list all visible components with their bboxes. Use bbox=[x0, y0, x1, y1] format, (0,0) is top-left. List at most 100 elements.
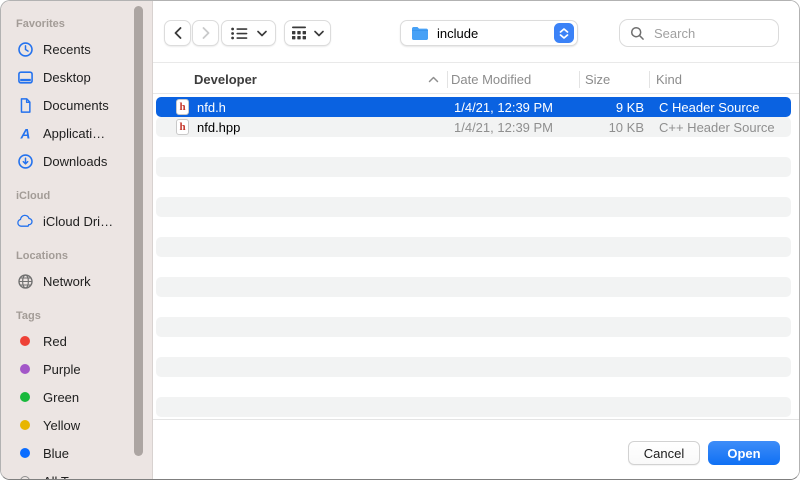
red-tag-dot-icon bbox=[16, 336, 34, 346]
chevron-down-icon bbox=[257, 30, 267, 37]
column-header-kind[interactable]: Kind bbox=[656, 64, 682, 94]
empty-row-stripe bbox=[156, 197, 791, 217]
sidebar-item-icloud-drive[interactable]: iCloud Dri… bbox=[1, 207, 152, 235]
sidebar-section-tags: Tags Red Purple Green Yellow Blue bbox=[1, 305, 152, 479]
section-label-locations: Locations bbox=[1, 245, 152, 267]
sidebar-section-locations: Locations Network bbox=[1, 245, 152, 295]
purple-tag-dot-icon bbox=[16, 364, 34, 374]
sort-ascending-icon bbox=[428, 76, 439, 83]
green-tag-dot-icon bbox=[16, 392, 34, 402]
sidebar-scrollbar[interactable] bbox=[134, 6, 143, 456]
back-button[interactable] bbox=[164, 20, 191, 46]
sidebar-item-tag-purple[interactable]: Purple bbox=[1, 355, 152, 383]
sidebar-item-tag-yellow[interactable]: Yellow bbox=[1, 411, 152, 439]
list-view-button[interactable] bbox=[221, 20, 276, 46]
sidebar-item-recents[interactable]: Recents bbox=[1, 35, 152, 63]
file-size: 10 KB bbox=[582, 117, 644, 137]
cancel-button[interactable]: Cancel bbox=[628, 441, 700, 465]
sidebar-item-tag-green[interactable]: Green bbox=[1, 383, 152, 411]
dialog-footer: Cancel Open bbox=[153, 419, 799, 479]
chevron-left-icon bbox=[174, 27, 182, 39]
column-divider bbox=[649, 71, 650, 88]
file-row-nfd-hpp[interactable]: h nfd.hpp 1/4/21, 12:39 PM 10 KB C++ Hea… bbox=[156, 117, 791, 137]
sidebar-item-label: Desktop bbox=[43, 70, 91, 85]
sidebar-item-label: Blue bbox=[43, 446, 69, 461]
chevron-down-icon bbox=[314, 30, 324, 37]
file-name-cell: h nfd.h bbox=[176, 97, 226, 117]
forward-button[interactable] bbox=[192, 20, 219, 46]
toolbar: include bbox=[153, 1, 799, 63]
file-date-modified: 1/4/21, 12:39 PM bbox=[454, 97, 553, 117]
svg-text:A: A bbox=[19, 125, 30, 141]
sidebar-item-label: Downloads bbox=[43, 154, 107, 169]
cloud-icon bbox=[16, 214, 34, 228]
search-icon bbox=[630, 26, 645, 41]
folder-dropdown-value: include bbox=[437, 26, 554, 41]
section-label-tags: Tags bbox=[1, 305, 152, 327]
list-view-icon bbox=[231, 27, 248, 40]
sidebar: Favorites Recents Desktop Documents bbox=[1, 1, 153, 479]
column-divider bbox=[447, 71, 448, 88]
empty-row-stripe bbox=[156, 357, 791, 377]
c-header-file-icon: h bbox=[176, 99, 189, 115]
sidebar-item-label: Red bbox=[43, 334, 67, 349]
file-name: nfd.h bbox=[197, 100, 226, 115]
sidebar-item-applications[interactable]: A Applicati… bbox=[1, 119, 152, 147]
column-header-date-modified[interactable]: Date Modified bbox=[451, 64, 531, 94]
sidebar-item-label: Yellow bbox=[43, 418, 80, 433]
section-label-favorites: Favorites bbox=[1, 13, 152, 35]
sidebar-item-label: Purple bbox=[43, 362, 81, 377]
dropdown-stepper-icon bbox=[554, 23, 574, 43]
empty-row-stripe bbox=[156, 237, 791, 257]
folder-icon bbox=[411, 26, 429, 40]
column-header-developer[interactable]: Developer bbox=[194, 64, 257, 94]
sidebar-item-label: Green bbox=[43, 390, 79, 405]
open-button[interactable]: Open bbox=[708, 441, 780, 465]
sidebar-item-network[interactable]: Network bbox=[1, 267, 152, 295]
circle-outline-icon bbox=[16, 476, 34, 479]
empty-row-stripe bbox=[156, 157, 791, 177]
sidebar-item-documents[interactable]: Documents bbox=[1, 91, 152, 119]
sidebar-item-desktop[interactable]: Desktop bbox=[1, 63, 152, 91]
empty-row-stripe bbox=[156, 317, 791, 337]
group-view-icon bbox=[291, 26, 307, 40]
sidebar-item-tag-red[interactable]: Red bbox=[1, 327, 152, 355]
search-field[interactable] bbox=[619, 19, 779, 47]
document-icon bbox=[16, 97, 34, 114]
clock-icon bbox=[16, 41, 34, 58]
sidebar-section-icloud: iCloud iCloud Dri… bbox=[1, 185, 152, 235]
open-file-dialog: Favorites Recents Desktop Documents bbox=[0, 0, 800, 480]
file-kind: C++ Header Source bbox=[659, 117, 775, 137]
sidebar-item-all-tags[interactable]: All Tags bbox=[1, 467, 152, 479]
empty-row-stripe bbox=[156, 397, 791, 417]
column-divider bbox=[579, 71, 580, 88]
cpp-header-file-icon: h bbox=[176, 119, 189, 135]
file-date-modified: 1/4/21, 12:39 PM bbox=[454, 117, 553, 137]
sidebar-item-tag-blue[interactable]: Blue bbox=[1, 439, 152, 467]
sidebar-item-downloads[interactable]: Downloads bbox=[1, 147, 152, 175]
file-size: 9 KB bbox=[582, 97, 644, 117]
empty-row-stripe bbox=[156, 277, 791, 297]
desktop-icon bbox=[16, 69, 34, 86]
applications-a-icon: A bbox=[16, 125, 34, 142]
download-circle-icon bbox=[16, 153, 34, 170]
chevron-right-icon bbox=[202, 27, 210, 39]
column-header-row: Developer Date Modified Size Kind bbox=[153, 64, 799, 94]
file-name-cell: h nfd.hpp bbox=[176, 117, 240, 137]
blue-tag-dot-icon bbox=[16, 448, 34, 458]
sidebar-item-label: iCloud Dri… bbox=[43, 214, 113, 229]
file-row-nfd-h[interactable]: h nfd.h 1/4/21, 12:39 PM 9 KB C Header S… bbox=[156, 97, 791, 117]
search-input[interactable] bbox=[652, 25, 770, 42]
column-header-size[interactable]: Size bbox=[585, 64, 610, 94]
group-view-button[interactable] bbox=[284, 20, 331, 46]
sidebar-item-label: All Tags bbox=[43, 474, 88, 480]
folder-location-dropdown[interactable]: include bbox=[400, 20, 578, 46]
sidebar-item-label: Documents bbox=[43, 98, 109, 113]
section-label-icloud: iCloud bbox=[1, 185, 152, 207]
yellow-tag-dot-icon bbox=[16, 420, 34, 430]
sidebar-item-label: Applicati… bbox=[43, 126, 105, 141]
sidebar-item-label: Recents bbox=[43, 42, 91, 57]
sidebar-item-label: Network bbox=[43, 274, 91, 289]
file-kind: C Header Source bbox=[659, 97, 759, 117]
file-name: nfd.hpp bbox=[197, 120, 240, 135]
